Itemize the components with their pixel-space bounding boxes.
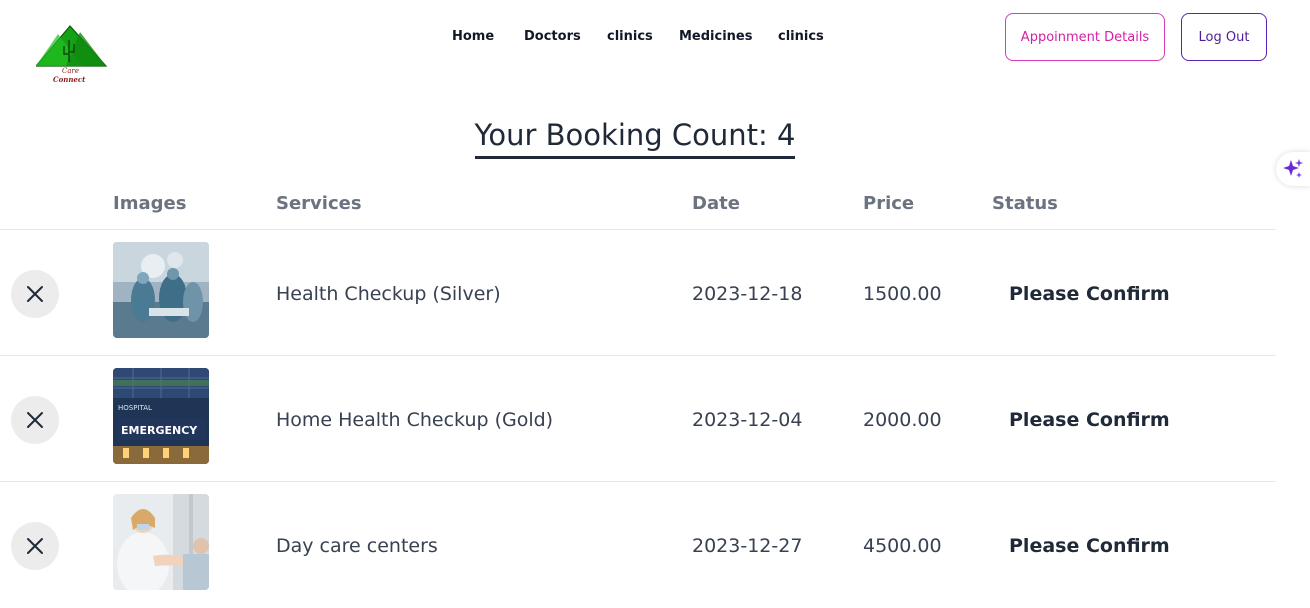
booking-date: 2023-12-04 bbox=[692, 409, 803, 431]
service-name: Day care centers bbox=[276, 535, 438, 557]
booking-status: Please Confirm bbox=[1009, 535, 1170, 557]
booking-status: Please Confirm bbox=[1009, 283, 1170, 305]
booking-price: 1500.00 bbox=[863, 283, 942, 305]
delete-booking-button[interactable] bbox=[11, 396, 59, 444]
delete-booking-button[interactable] bbox=[11, 270, 59, 318]
hospital-sign-text: HOSPITAL bbox=[118, 404, 152, 412]
emergency-sign-text: EMERGENCY bbox=[121, 424, 198, 437]
nav-medicines[interactable]: Medicines bbox=[679, 27, 753, 47]
column-header-status: Status bbox=[992, 193, 1058, 214]
service-image-doctor-patient bbox=[113, 494, 209, 590]
table-row: Health Checkup (Silver) 2023-12-18 1500.… bbox=[0, 229, 1276, 356]
navbar: Care Connect Home Doctors clinics Medici… bbox=[0, 0, 1310, 84]
table-row: HOSPITAL EMERGENCY Home Health Checkup (… bbox=[0, 355, 1276, 482]
close-icon bbox=[27, 538, 43, 554]
logout-button[interactable]: Log Out bbox=[1181, 13, 1267, 61]
column-header-images: Images bbox=[113, 193, 187, 214]
heading-container: Your Booking Count: 4 bbox=[0, 116, 1270, 159]
service-image-surgery bbox=[113, 242, 209, 338]
close-icon bbox=[27, 412, 43, 428]
column-header-price: Price bbox=[863, 193, 915, 214]
delete-booking-button[interactable] bbox=[11, 522, 59, 570]
nav-clinics[interactable]: clinics bbox=[607, 27, 653, 47]
booking-count-heading: Your Booking Count: 4 bbox=[474, 116, 796, 159]
service-image-emergency: HOSPITAL EMERGENCY bbox=[113, 368, 209, 464]
column-header-date: Date bbox=[692, 193, 740, 214]
service-name: Health Checkup (Silver) bbox=[276, 283, 501, 305]
column-header-services: Services bbox=[276, 193, 362, 214]
booking-date: 2023-12-18 bbox=[692, 283, 803, 305]
nav-clinics-2[interactable]: clinics bbox=[778, 27, 824, 47]
care-connect-logo[interactable]: Care Connect bbox=[34, 22, 110, 86]
logo-text-connect: Connect bbox=[53, 75, 86, 84]
assistant-sparkle-button[interactable] bbox=[1276, 152, 1310, 186]
table-row: Day care centers 2023-12-27 4500.00 Plea… bbox=[0, 481, 1276, 608]
logo-text-care: Care bbox=[62, 67, 79, 75]
booking-date: 2023-12-27 bbox=[692, 535, 803, 557]
nav-doctors[interactable]: Doctors bbox=[524, 27, 581, 47]
close-icon bbox=[27, 286, 43, 302]
booking-price: 4500.00 bbox=[863, 535, 942, 557]
booking-price: 2000.00 bbox=[863, 409, 942, 431]
booking-status: Please Confirm bbox=[1009, 409, 1170, 431]
sparkle-icon bbox=[1283, 159, 1303, 178]
service-name: Home Health Checkup (Gold) bbox=[276, 409, 554, 431]
appointment-details-button[interactable]: Appoinment Details bbox=[1005, 13, 1165, 61]
nav-home[interactable]: Home bbox=[452, 27, 494, 47]
